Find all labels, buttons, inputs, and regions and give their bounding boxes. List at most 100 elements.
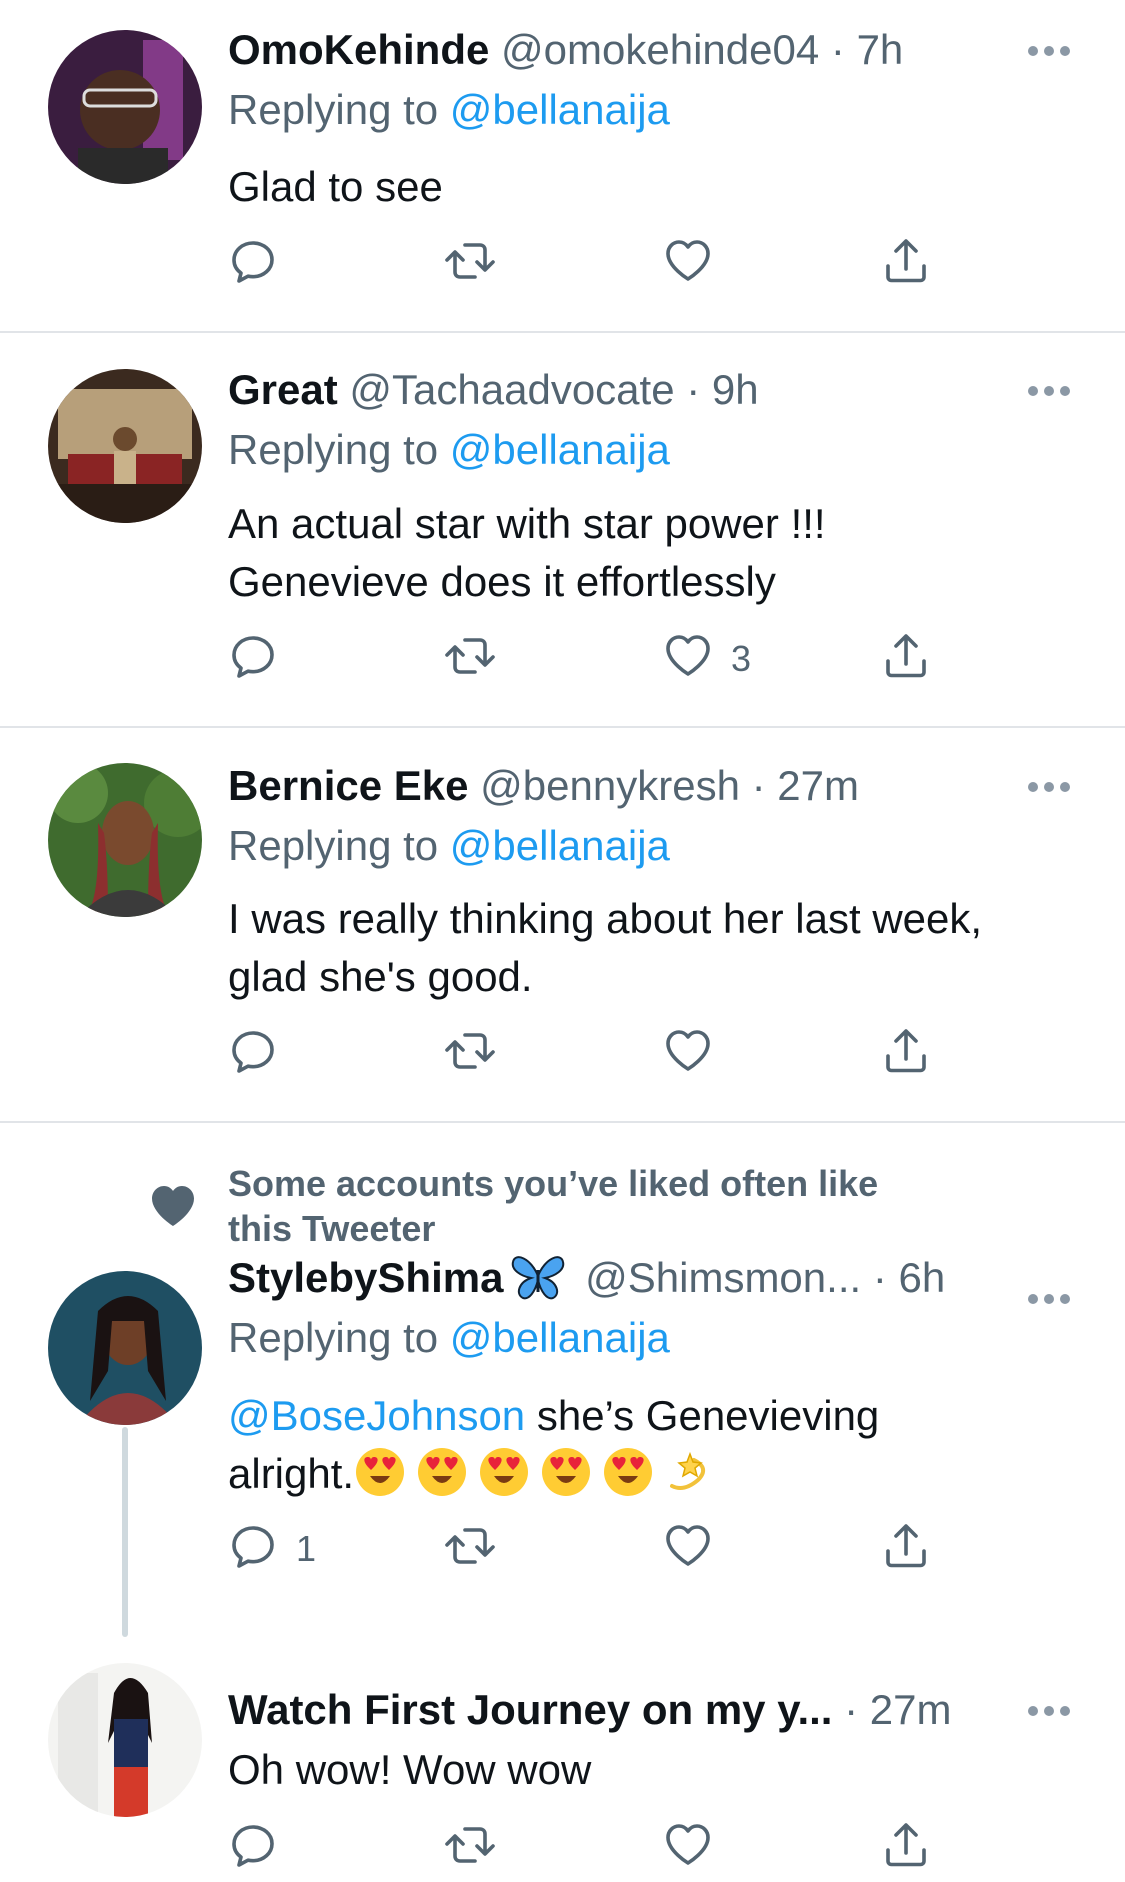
separator-dot: ·: [686, 366, 701, 413]
tweet-header: StylebyShima @Shimsmon... · 6h: [228, 1252, 945, 1304]
thread-line: [122, 1427, 128, 1637]
user-handle[interactable]: @Tachaadvocate: [349, 366, 674, 413]
tweet-text-line: An actual star with star power !!!: [228, 500, 826, 547]
like-button[interactable]: [663, 1026, 731, 1082]
reply-icon: [232, 1526, 274, 1568]
timestamp[interactable]: 6h: [899, 1254, 946, 1301]
retweet-button[interactable]: [445, 236, 495, 292]
more-options-icon[interactable]: [1026, 44, 1072, 58]
share-button[interactable]: [881, 1820, 931, 1876]
reply-button[interactable]: [228, 631, 278, 687]
share-button[interactable]: [881, 1026, 931, 1082]
avatar[interactable]: [48, 30, 202, 184]
timestamp[interactable]: 27m: [777, 762, 859, 809]
replying-to-mention[interactable]: @bellanaija: [450, 822, 670, 869]
display-name[interactable]: Great: [228, 366, 338, 413]
replying-to-mention[interactable]: @bellanaija: [450, 426, 670, 473]
like-button[interactable]: [663, 236, 731, 292]
reply-button[interactable]: [228, 1820, 278, 1876]
heart-eyes-emoji-icon: [354, 1446, 406, 1498]
display-name[interactable]: StylebyShima: [228, 1254, 503, 1301]
timestamp[interactable]: 27m: [870, 1686, 952, 1733]
user-handle[interactable]: @bennykresh: [480, 762, 740, 809]
separator-dot: ·: [830, 26, 845, 73]
display-name[interactable]: OmoKehinde: [228, 26, 489, 73]
share-icon: [886, 1823, 926, 1867]
more-options-icon[interactable]: [1026, 780, 1072, 794]
replying-to-label: Replying to: [228, 822, 450, 869]
tweet-text: I was really thinking about her last wee…: [228, 890, 1078, 1006]
tweet-text: @BoseJohnson she’s Genevieving alright.: [228, 1387, 1078, 1503]
heart-icon: [666, 240, 710, 281]
reply-count: 1: [296, 1528, 317, 1569]
tweet-4[interactable]: Some accounts you’ve liked often like th…: [0, 1123, 1125, 1643]
reply-button[interactable]: 1: [228, 1521, 316, 1577]
reply-icon: [232, 1031, 274, 1073]
reply-icon: [232, 241, 274, 283]
tweet-actions: [228, 1820, 988, 1876]
replying-to: Replying to @bellanaija: [228, 84, 670, 136]
timestamp[interactable]: 9h: [712, 366, 759, 413]
more-options-icon[interactable]: [1026, 1704, 1072, 1718]
replying-to-label: Replying to: [228, 426, 450, 473]
retweet-icon: [445, 1528, 495, 1564]
replying-to-mention[interactable]: @bellanaija: [450, 86, 670, 133]
dizzy-emoji-icon: [664, 1446, 716, 1498]
replying-to-label: Replying to: [228, 1314, 450, 1361]
tweet-3[interactable]: Bernice Eke @bennykresh · 27m Replying t…: [0, 728, 1125, 1121]
social-context: Some accounts you’ve liked often like th…: [228, 1161, 988, 1251]
more-options-icon[interactable]: [1026, 384, 1072, 398]
replying-to-mention[interactable]: @bellanaija: [450, 1314, 670, 1361]
tweet-text-segment: she’s Genevieving: [525, 1392, 880, 1439]
tweet-text: An actual star with star power !!! Genev…: [228, 495, 1078, 611]
display-name[interactable]: Watch First Journey on my y...: [228, 1686, 832, 1733]
retweet-icon: [445, 1033, 495, 1069]
like-button[interactable]: [663, 1820, 713, 1876]
like-button[interactable]: [663, 1521, 713, 1577]
avatar[interactable]: [48, 1663, 202, 1817]
like-button[interactable]: 3: [663, 631, 751, 687]
retweet-button[interactable]: [445, 1521, 495, 1577]
retweet-icon: [445, 638, 495, 674]
tweet-header: Great @Tachaadvocate · 9h: [228, 364, 759, 416]
share-button[interactable]: [881, 631, 931, 687]
reply-button[interactable]: [228, 236, 278, 292]
retweet-button[interactable]: [445, 1026, 495, 1082]
user-handle[interactable]: @omokehinde04: [501, 26, 819, 73]
avatar[interactable]: [48, 1271, 202, 1425]
tweet-text-line: I was really thinking about her last wee…: [228, 895, 983, 942]
heart-eyes-emoji-icon: [478, 1446, 530, 1498]
retweet-button[interactable]: [445, 1820, 495, 1876]
retweet-icon: [445, 243, 495, 279]
more-options-icon[interactable]: [1026, 1292, 1072, 1306]
timestamp[interactable]: 7h: [857, 26, 904, 73]
text-mention[interactable]: @BoseJohnson: [228, 1392, 525, 1439]
tweet-text: Glad to see: [228, 163, 443, 210]
tweet-2[interactable]: Great @Tachaadvocate · 9h Replying to @b…: [0, 333, 1125, 726]
tweet-text-line: Genevieve does it effortlessly: [228, 558, 776, 605]
tweet-actions: [228, 236, 988, 292]
tweet-text-line: glad she's good.: [228, 953, 533, 1000]
heart-icon: [666, 1525, 710, 1566]
share-button[interactable]: [881, 236, 931, 292]
display-name[interactable]: Bernice Eke: [228, 762, 468, 809]
share-button[interactable]: [881, 1521, 931, 1577]
replying-to: Replying to @bellanaija: [228, 424, 670, 476]
avatar[interactable]: [48, 763, 202, 917]
reply-button[interactable]: [228, 1026, 278, 1082]
social-context-line: Some accounts you’ve liked often like: [228, 1163, 879, 1204]
tweet-actions: [228, 1026, 988, 1082]
heart-eyes-emoji-icon: [602, 1446, 654, 1498]
retweet-button[interactable]: [445, 631, 495, 687]
tweet-5[interactable]: Watch First Journey on my y... · 27m Oh …: [0, 1643, 1125, 1882]
replying-to: Replying to @bellanaija: [228, 1312, 670, 1364]
heart-icon: [666, 635, 710, 676]
share-icon: [886, 634, 926, 678]
tweet-1[interactable]: OmoKehinde @omokehinde04 · 7h Replying t…: [0, 0, 1125, 330]
reply-icon: [232, 636, 274, 678]
separator-dot: ·: [844, 1686, 859, 1733]
reply-icon: [232, 1825, 274, 1867]
share-icon: [886, 239, 926, 283]
user-handle[interactable]: @Shimsmon...: [585, 1254, 861, 1301]
avatar[interactable]: [48, 369, 202, 523]
